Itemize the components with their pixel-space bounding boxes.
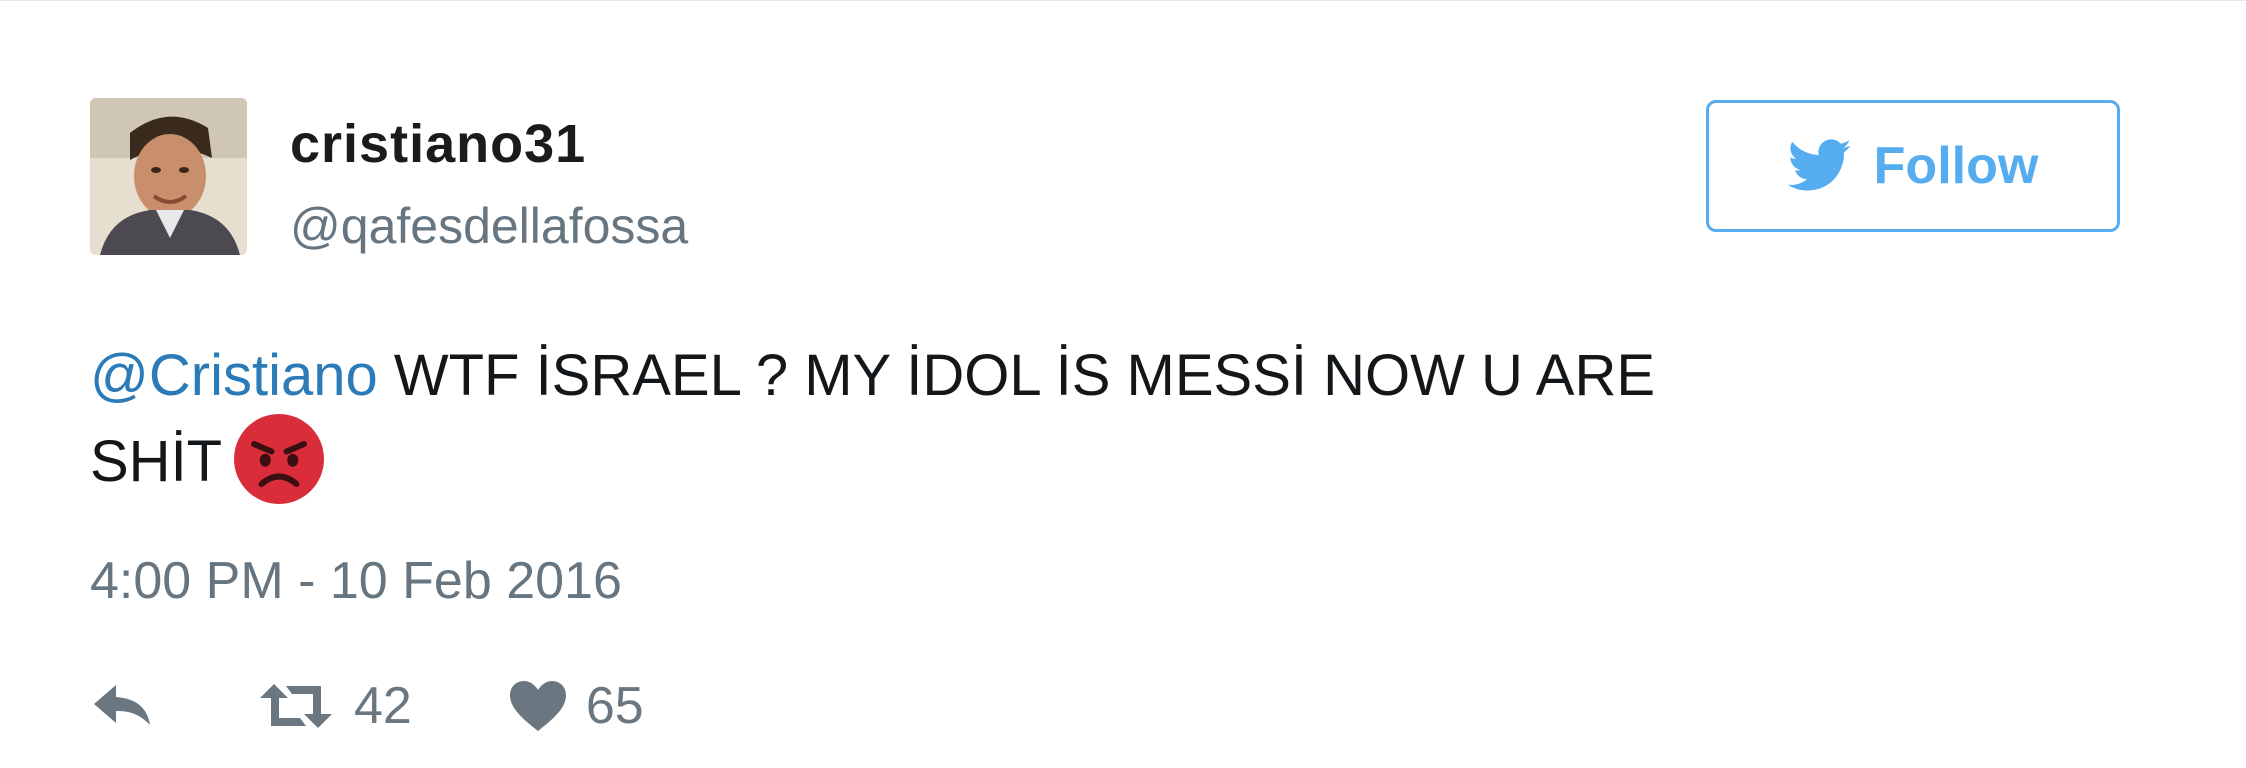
like-count: 65 [585,677,644,735]
avatar-image [90,98,247,255]
tweet-card: cristiano31 @qafesdellafossa Follow @Cri… [0,0,2246,768]
retweet-count: 42 [354,677,412,735]
display-name[interactable]: cristiano31 [290,113,586,175]
tweet-text: @Cristiano WTF İSRAEL ? MY İDOL İS MESSİ… [90,333,2090,505]
reply-icon [94,685,150,725]
angry-face-icon [234,413,325,504]
twitter-bird-icon [1787,139,1851,191]
heart-icon [509,681,566,731]
tweet-text-line2: SHİT [90,429,223,494]
like-button[interactable]: 65 [508,676,644,736]
mention-link[interactable]: @Cristiano [90,343,378,408]
tweet-text-line1: WTF İSRAEL ? MY İDOL İS MESSİ NOW U ARE [377,343,1656,408]
follow-button[interactable]: Follow [1706,100,2120,232]
user-handle[interactable]: @qafesdellafossa [290,197,688,255]
avatar[interactable] [90,98,247,255]
tweet-actions: 42 65 [90,671,644,741]
retweet-button[interactable]: 42 [256,676,412,736]
reply-button[interactable] [90,681,156,731]
retweet-icon [260,684,332,728]
tweet-timestamp[interactable]: 4:00 PM - 10 Feb 2016 [90,551,622,611]
follow-label: Follow [1873,137,2039,195]
